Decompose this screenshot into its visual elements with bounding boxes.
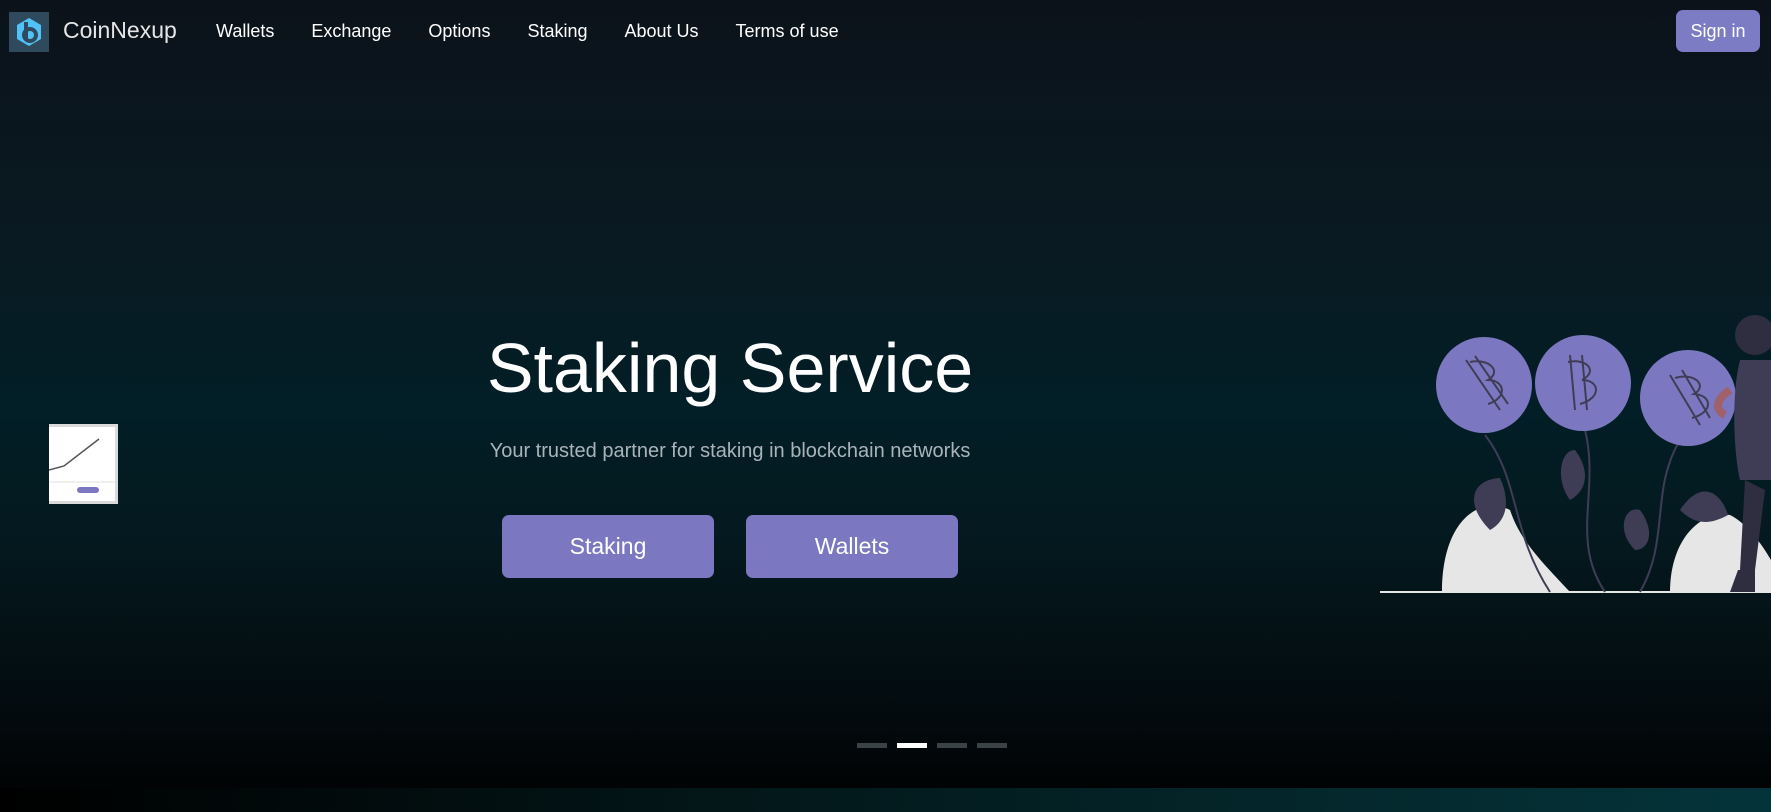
- hero-subtitle: Your trusted partner for staking in bloc…: [489, 440, 971, 462]
- nav-link-options[interactable]: Options: [428, 18, 490, 44]
- top-navbar: CoinNexup Wallets Exchange Options Staki…: [0, 0, 1771, 62]
- nav-link-terms-of-use[interactable]: Terms of use: [736, 18, 839, 44]
- carousel-indicator-3[interactable]: [937, 743, 967, 748]
- bitcoin-coin-icon: [1436, 337, 1532, 433]
- carousel-indicator-1[interactable]: [857, 743, 887, 748]
- staking-button[interactable]: Staking: [502, 515, 714, 578]
- brand-name[interactable]: CoinNexup: [63, 15, 177, 45]
- bitcoin-coin-icon: [1535, 335, 1631, 431]
- nav-links: Wallets Exchange Options Staking About U…: [216, 18, 876, 44]
- previous-slide-preview-card: [48, 424, 118, 504]
- brand-logo-icon[interactable]: [9, 12, 49, 52]
- page-bottom-strip: [0, 788, 1771, 812]
- nav-link-about-us[interactable]: About Us: [625, 18, 699, 44]
- nav-link-staking[interactable]: Staking: [527, 18, 587, 44]
- nav-link-exchange[interactable]: Exchange: [311, 18, 391, 44]
- carousel-indicator-4[interactable]: [977, 743, 1007, 748]
- nav-link-wallets[interactable]: Wallets: [216, 18, 274, 44]
- sign-in-button[interactable]: Sign in: [1676, 10, 1760, 52]
- carousel-indicator-2[interactable]: [897, 743, 927, 748]
- carousel-indicators: [857, 743, 1007, 748]
- hero-title: Staking Service: [486, 329, 974, 407]
- wallets-button[interactable]: Wallets: [746, 515, 958, 578]
- staking-illustration: [1370, 300, 1771, 600]
